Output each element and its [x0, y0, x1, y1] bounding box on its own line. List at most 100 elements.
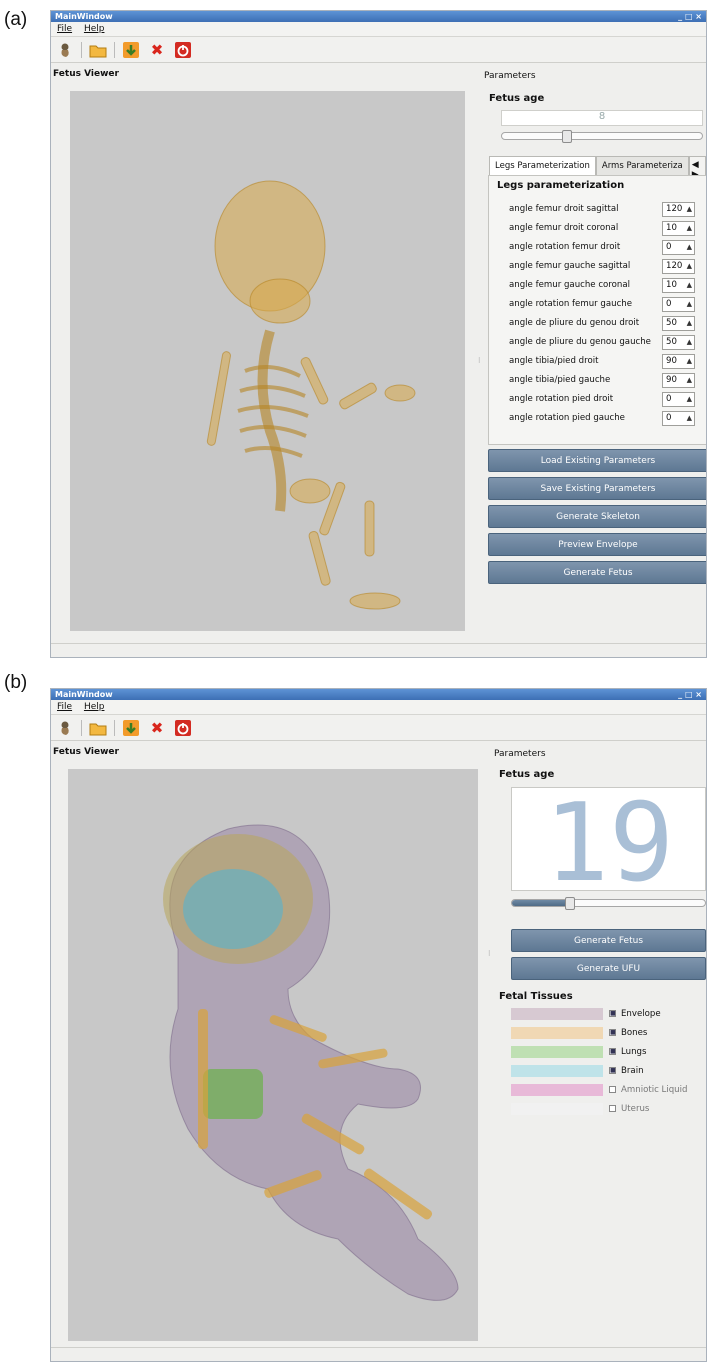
tissue-label: Bones [621, 1028, 648, 1038]
param-spinbox[interactable]: 0 ▲ [662, 411, 695, 426]
param-label: angle femur droit coronal [509, 223, 619, 233]
slider-handle[interactable] [562, 130, 572, 143]
download-icon[interactable] [121, 40, 141, 60]
param-spinbox[interactable]: 0 ▲ [662, 240, 695, 255]
param-spinbox[interactable]: 90 ▲ [662, 373, 695, 388]
generate-fetus-button[interactable]: Generate Fetus [488, 561, 706, 584]
tissue-label: Amniotic Liquid [621, 1085, 688, 1095]
spin-arrows-icon[interactable]: ▲ [687, 241, 692, 254]
param-spinbox[interactable]: 50 ▲ [662, 335, 695, 350]
tissue-color-swatch [511, 1103, 603, 1115]
param-spinbox[interactable]: 90 ▲ [662, 354, 695, 369]
power-icon[interactable] [173, 718, 193, 738]
tissue-color-swatch [511, 1027, 603, 1039]
load-existing-parameters-button[interactable]: Load Existing Parameters [488, 449, 706, 472]
menu-bar: File Help [51, 700, 706, 715]
close-x-icon[interactable]: ✖ [147, 718, 167, 738]
open-folder-icon[interactable] [88, 718, 108, 738]
download-icon[interactable] [121, 718, 141, 738]
panel-a-label: (a) [4, 9, 28, 30]
tissue-checkbox[interactable] [609, 1086, 616, 1093]
tissue-color-swatch [511, 1046, 603, 1058]
tissue-label: Envelope [621, 1009, 661, 1019]
window-controls[interactable]: _ □ × [678, 689, 702, 700]
spin-arrows-icon[interactable]: ▲ [687, 279, 692, 292]
param-spinbox[interactable]: 10 ▲ [662, 221, 695, 236]
param-spinbox[interactable]: 0 ▲ [662, 297, 695, 312]
power-icon[interactable] [173, 40, 193, 60]
param-value: 50 [666, 337, 677, 347]
preview-envelope-button[interactable]: Preview Envelope [488, 533, 706, 556]
tissue-row-uterus: Uterus [511, 1102, 706, 1116]
save-existing-parameters-button[interactable]: Save Existing Parameters [488, 477, 706, 500]
param-spinbox[interactable]: 50 ▲ [662, 316, 695, 331]
dock-resize-grip[interactable]: ⁝ [478, 356, 481, 365]
menu-file[interactable]: File [57, 24, 72, 34]
param-label: angle femur gauche sagittal [509, 261, 631, 271]
param-value: 120 [666, 204, 683, 214]
spin-arrows-icon[interactable]: ▲ [687, 374, 692, 387]
spin-arrows-icon[interactable]: ▲ [687, 393, 692, 406]
spin-arrows-icon[interactable]: ▲ [687, 298, 692, 311]
param-value: 90 [666, 356, 677, 366]
window-controls[interactable]: _ □ × [678, 11, 702, 22]
param-spinbox[interactable]: 10 ▲ [662, 278, 695, 293]
spin-arrows-icon[interactable]: ▲ [687, 317, 692, 330]
generate-ufu-button[interactable]: Generate UFU [511, 957, 706, 980]
menu-bar: File Help [51, 22, 706, 37]
param-label: angle femur droit sagittal [509, 204, 619, 214]
param-label: angle tibia/pied droit [509, 356, 599, 366]
param-row: angle femur gauche sagittal 120 ▲ [509, 257, 699, 276]
param-spinbox[interactable]: 120 ▲ [662, 202, 695, 217]
param-value: 10 [666, 223, 677, 233]
menu-file[interactable]: File [57, 702, 72, 712]
fetus-icon[interactable] [55, 40, 75, 60]
param-label: angle rotation pied droit [509, 394, 614, 404]
param-row: angle rotation femur droit 0 ▲ [509, 238, 699, 257]
tissue-checkbox[interactable] [609, 1105, 616, 1112]
dock-resize-grip[interactable]: ⁝ [488, 949, 491, 958]
tissue-row-envelope: ■ Envelope [511, 1007, 706, 1021]
menu-help[interactable]: Help [84, 24, 105, 34]
generate-fetus-button[interactable]: Generate Fetus [511, 929, 706, 952]
window-title: MainWindow [55, 12, 113, 21]
spin-arrows-icon[interactable]: ▲ [687, 222, 692, 235]
close-x-icon[interactable]: ✖ [147, 40, 167, 60]
tissue-checkbox[interactable]: ■ [609, 1029, 616, 1036]
legs-parameterization-pane: Legs parameterization angle femur droit … [488, 175, 706, 445]
tissue-checkbox[interactable]: ■ [609, 1010, 616, 1017]
param-label: angle femur gauche coronal [509, 280, 631, 290]
spin-arrows-icon[interactable]: ▲ [687, 260, 692, 273]
fetus-viewer-b[interactable] [68, 769, 478, 1341]
status-bar [51, 643, 706, 657]
menu-help[interactable]: Help [84, 702, 105, 712]
tissue-label: Uterus [621, 1104, 650, 1114]
svg-text:19: 19 [544, 788, 674, 892]
param-spinbox[interactable]: 0 ▲ [662, 392, 695, 407]
parameters-dock-title: Parameters [484, 71, 536, 81]
spin-arrows-icon[interactable]: ▲ [687, 336, 692, 349]
param-label: angle de pliure du genou droit [509, 318, 640, 328]
fetus-icon[interactable] [55, 718, 75, 738]
param-label: angle rotation femur droit [509, 242, 621, 252]
fetus-age-slider[interactable] [501, 130, 703, 143]
param-value: 0 [666, 242, 672, 252]
param-spinbox[interactable]: 120 ▲ [662, 259, 695, 274]
param-row: angle rotation pied droit 0 ▲ [509, 390, 699, 409]
fetus-age-label: Fetus age [499, 769, 555, 780]
spin-arrows-icon[interactable]: ▲ [687, 203, 692, 216]
fetus-viewer-a[interactable] [70, 91, 465, 631]
spin-arrows-icon[interactable]: ▲ [687, 412, 692, 425]
param-row: angle femur gauche coronal 10 ▲ [509, 276, 699, 295]
tissue-checkbox[interactable]: ■ [609, 1067, 616, 1074]
tissue-checkbox[interactable]: ■ [609, 1048, 616, 1055]
open-folder-icon[interactable] [88, 40, 108, 60]
toolbar: ✖ [51, 37, 706, 63]
viewer-title: Fetus Viewer [53, 747, 119, 757]
tissue-row-amniotic-liquid: Amniotic Liquid [511, 1083, 706, 1097]
generate-skeleton-button[interactable]: Generate Skeleton [488, 505, 706, 528]
slider-handle[interactable] [564, 897, 575, 910]
fetus-age-slider[interactable] [511, 897, 706, 910]
fetus-render [163, 824, 459, 1301]
spin-arrows-icon[interactable]: ▲ [687, 355, 692, 368]
